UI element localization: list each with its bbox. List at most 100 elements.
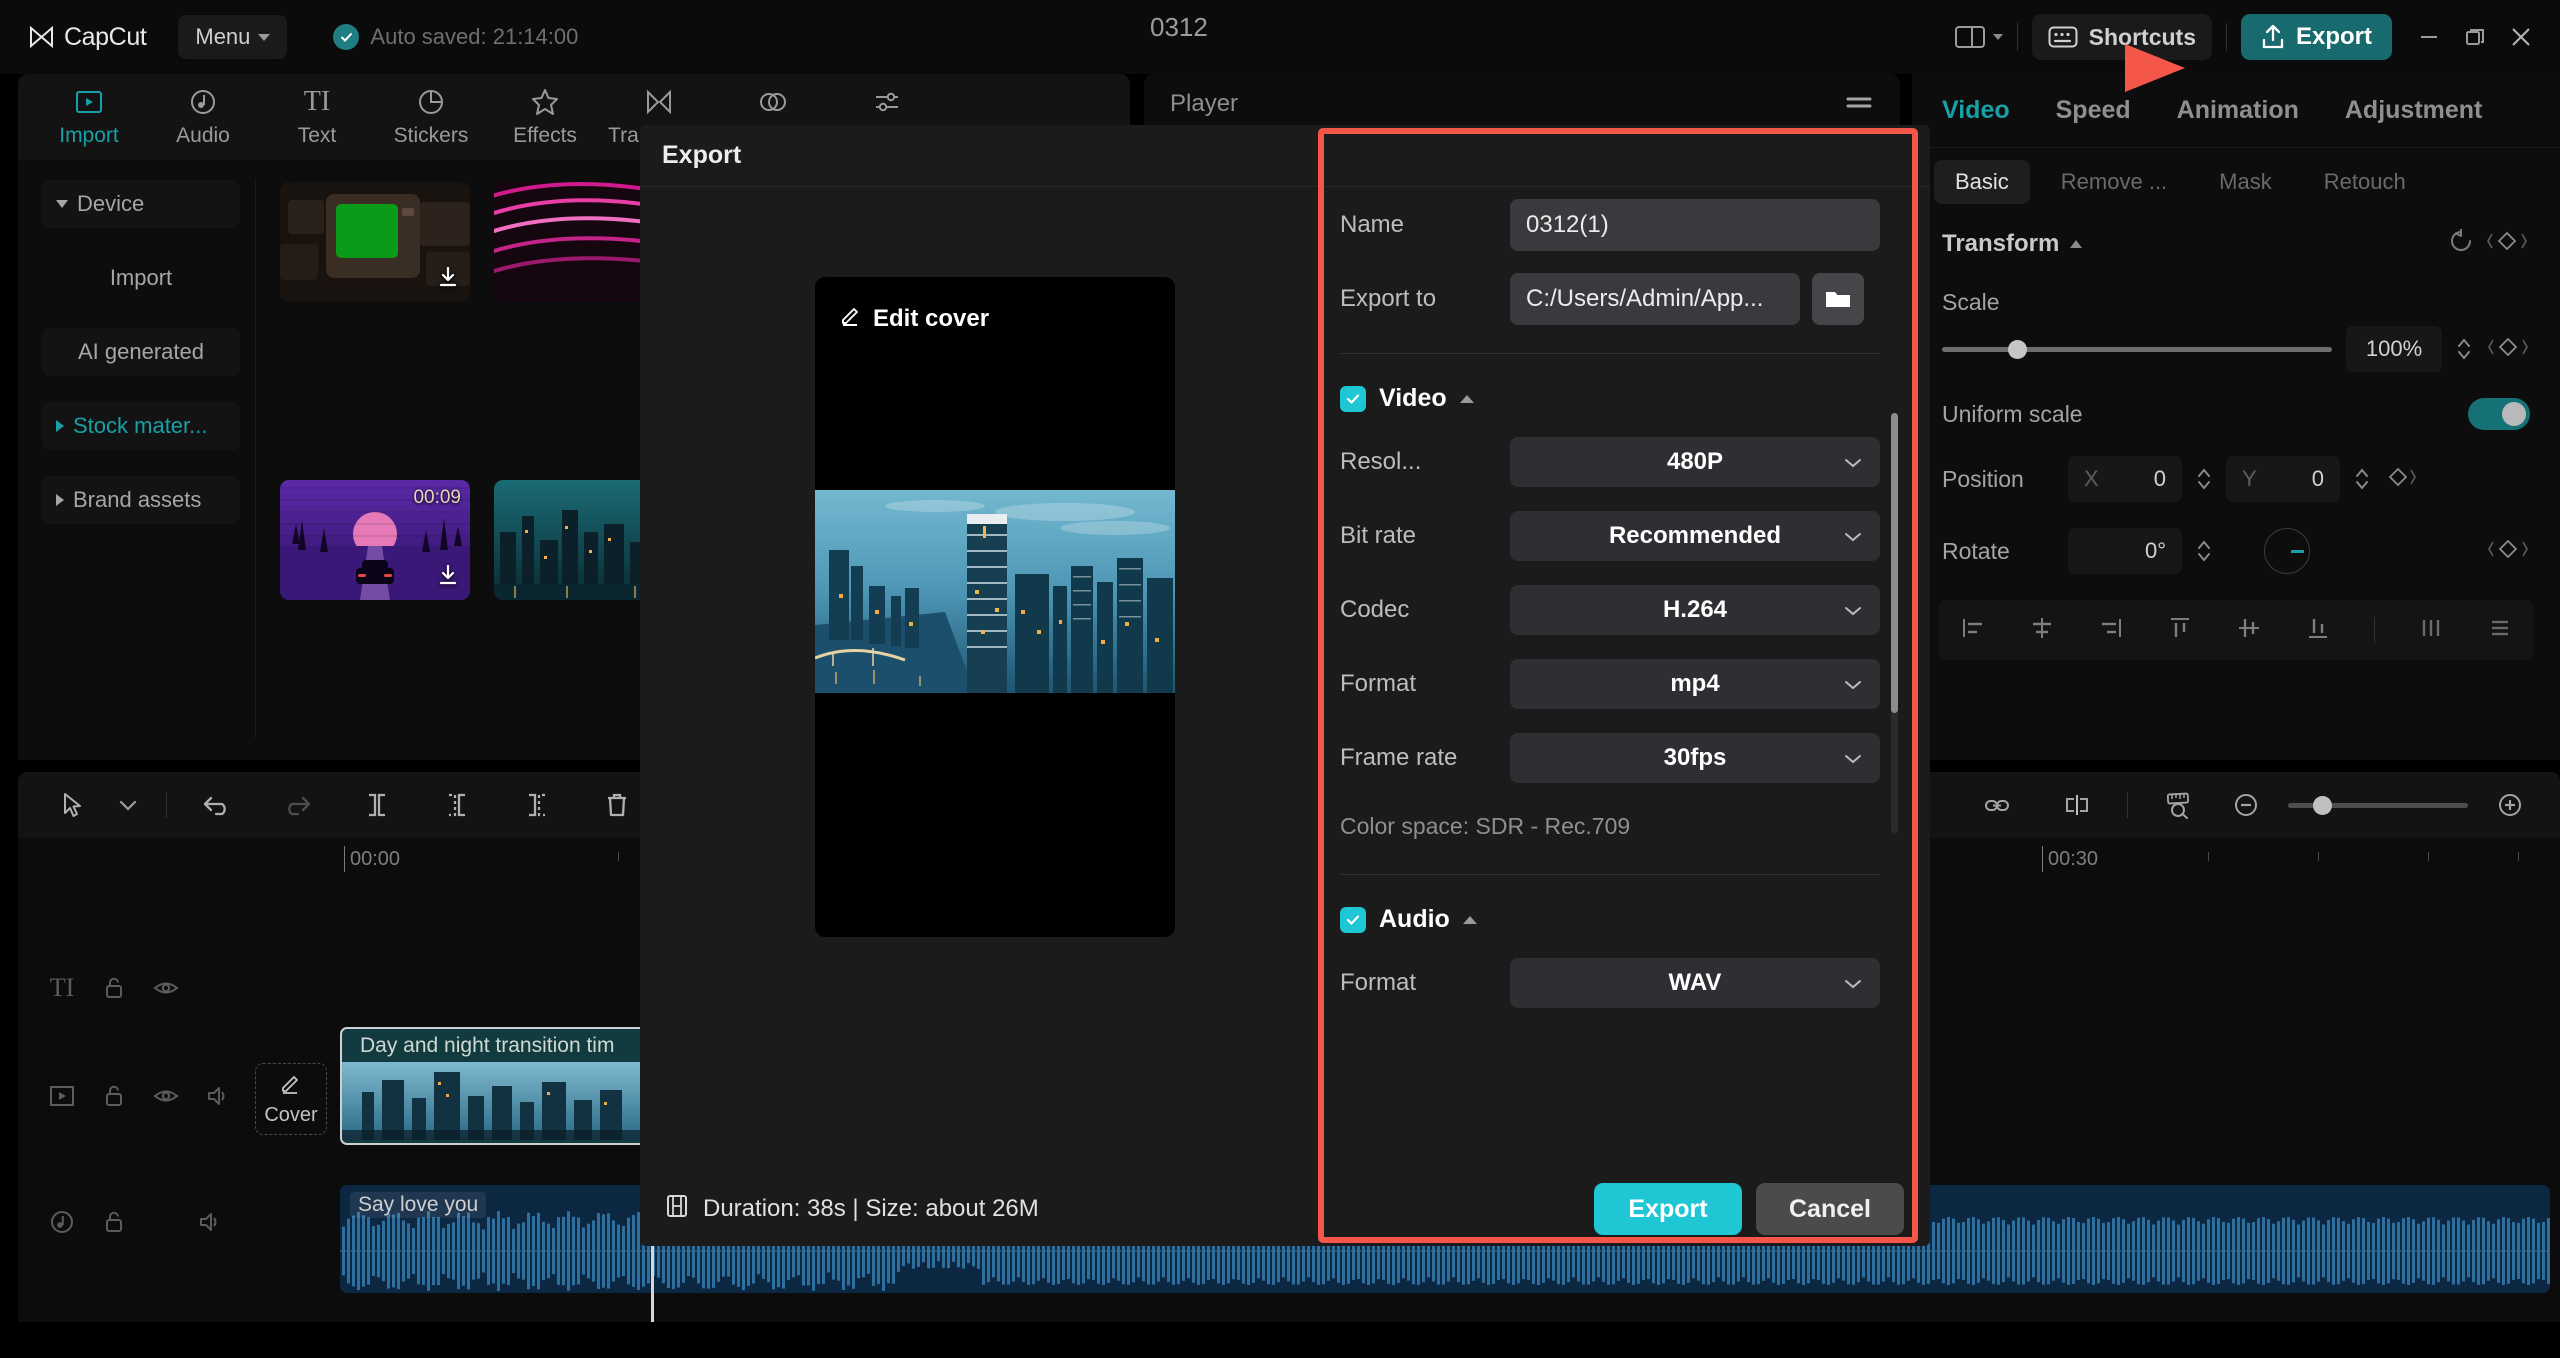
speaker-icon[interactable] [196,1074,240,1118]
position-x-stepper[interactable] [2196,464,2212,494]
ruler-zoom-icon[interactable] [2138,772,2218,838]
scale-value[interactable]: 100% [2346,326,2442,372]
reset-icon[interactable] [2448,228,2474,259]
slider-handle[interactable] [2313,795,2333,815]
align-bottom-icon[interactable] [2305,615,2331,646]
hamburger-icon[interactable] [1844,92,1874,117]
distribute-vertical-icon[interactable] [2487,615,2513,646]
shortcuts-button[interactable]: Shortcuts [2031,14,2212,60]
shortcuts-label: Shortcuts [2088,23,2196,50]
video-checkbox[interactable] [1340,385,1366,412]
export-confirm-button[interactable]: Export [1594,1183,1742,1235]
eye-icon[interactable] [144,966,188,1010]
media-card[interactable] [280,182,470,302]
keyframe-diamond-icon[interactable] [2484,228,2530,259]
codec-select[interactable]: H.264 [1510,585,1880,635]
speaker-icon[interactable] [188,1200,232,1244]
tab-video[interactable]: Video [1942,96,2010,125]
framerate-select[interactable]: 30fps [1510,733,1880,783]
export-path-input[interactable]: C:/Users/Admin/App... [1510,273,1800,325]
scale-slider[interactable] [1942,339,2332,359]
folder-icon[interactable] [1812,273,1864,325]
rotate-stepper[interactable] [2196,536,2212,566]
rotate-dial[interactable] [2264,528,2310,574]
scale-stepper[interactable] [2456,334,2472,364]
position-y-stepper[interactable] [2354,464,2370,494]
align-top-icon[interactable] [2167,615,2193,646]
redo-icon[interactable] [257,772,337,838]
format-select[interactable]: mp4 [1510,659,1880,709]
resolution-select[interactable]: 480P [1510,437,1880,487]
position-y-field[interactable]: Y 0 [2226,456,2340,502]
subtab-remove-bg[interactable]: Remove ... [2040,160,2188,204]
audio-checkbox[interactable] [1340,906,1366,933]
layout-button[interactable] [1954,26,2003,48]
align-left-icon[interactable] [1960,615,1986,646]
media-card[interactable]: 00:09 [280,480,470,600]
keyframe-diamond-icon[interactable] [2384,464,2418,495]
position-x-field[interactable]: X 0 [2068,456,2182,502]
trim-right-icon[interactable] [497,772,577,838]
lock-icon[interactable] [92,1200,136,1244]
tab-effects[interactable]: Effects [488,87,602,148]
sidebar-item-stock-materials[interactable]: Stock mater... [42,402,240,450]
rotate-field[interactable]: 0° [2068,528,2182,574]
sidebar-item-import[interactable]: Import [42,254,240,302]
select-cursor-icon[interactable] [44,772,100,838]
cover-button[interactable]: Cover [255,1063,327,1135]
subtab-retouch[interactable]: Retouch [2303,160,2427,204]
tab-text[interactable]: TI Text [260,86,374,148]
collapse-caret-icon[interactable] [1459,394,1474,403]
tab-animation[interactable]: Animation [2177,96,2299,125]
sidebar-item-ai-generated[interactable]: AI generated [42,328,240,376]
trim-left-icon[interactable] [417,772,497,838]
keyframe-diamond-icon[interactable] [2486,334,2530,365]
minimize-button[interactable] [2406,14,2452,60]
uniform-scale-toggle[interactable] [2468,398,2530,430]
eye-icon[interactable] [144,1074,188,1118]
name-input[interactable]: 0312(1) [1510,199,1880,251]
zoom-out-icon[interactable] [2218,772,2274,838]
align-center-horizontal-icon[interactable] [2029,615,2055,646]
bitrate-select[interactable]: Recommended [1510,511,1880,561]
collapse-caret-icon[interactable] [1462,915,1477,924]
lock-icon[interactable] [92,966,136,1010]
video-section-label: Video [1379,384,1447,412]
settings-scrollbar-thumb[interactable] [1891,413,1898,713]
align-right-icon[interactable] [2098,615,2124,646]
keyframe-diamond-icon[interactable] [2486,536,2530,567]
close-button[interactable] [2498,14,2544,60]
tab-audio[interactable]: Audio [146,87,260,148]
download-icon[interactable] [436,563,460,592]
download-icon[interactable] [436,265,460,294]
tab-speed[interactable]: Speed [2056,96,2131,125]
sidebar-item-brand-assets[interactable]: Brand assets [42,476,240,524]
collapse-caret-icon[interactable] [2070,239,2083,248]
edit-cover-button[interactable]: Edit cover [815,277,1175,334]
cancel-button[interactable]: Cancel [1756,1183,1904,1235]
export-button-titlebar[interactable]: Export [2240,14,2392,60]
zoom-in-icon[interactable] [2482,772,2538,838]
slider-handle[interactable] [2008,339,2028,359]
link-icon[interactable] [1957,772,2037,838]
div-separator [1340,874,1880,875]
audio-format-select[interactable]: WAV [1510,958,1880,1008]
cover-preview-card[interactable]: Edit cover [815,277,1175,937]
maximize-restore-button[interactable] [2452,14,2498,60]
undo-icon[interactable] [177,772,257,838]
align-center-vertical-icon[interactable] [2236,615,2262,646]
split-icon[interactable] [337,772,417,838]
tab-adjustment[interactable]: Adjustment [2345,96,2483,125]
tab-import[interactable]: Import [32,87,146,148]
mirror-icon[interactable] [2037,772,2117,838]
tab-stickers[interactable]: Stickers [374,87,488,148]
sidebar-item-device[interactable]: Device [42,180,240,228]
chevron-down-icon[interactable] [100,772,156,838]
subtab-mask[interactable]: Mask [2198,160,2293,204]
subtab-basic[interactable]: Basic [1934,160,2030,204]
timeline-zoom-slider[interactable] [2288,795,2468,815]
export-to-row: Export to C:/Users/Admin/App... [1340,273,1880,325]
distribute-horizontal-icon[interactable] [2418,615,2444,646]
lock-icon[interactable] [92,1074,136,1118]
menu-button[interactable]: Menu [178,15,288,59]
